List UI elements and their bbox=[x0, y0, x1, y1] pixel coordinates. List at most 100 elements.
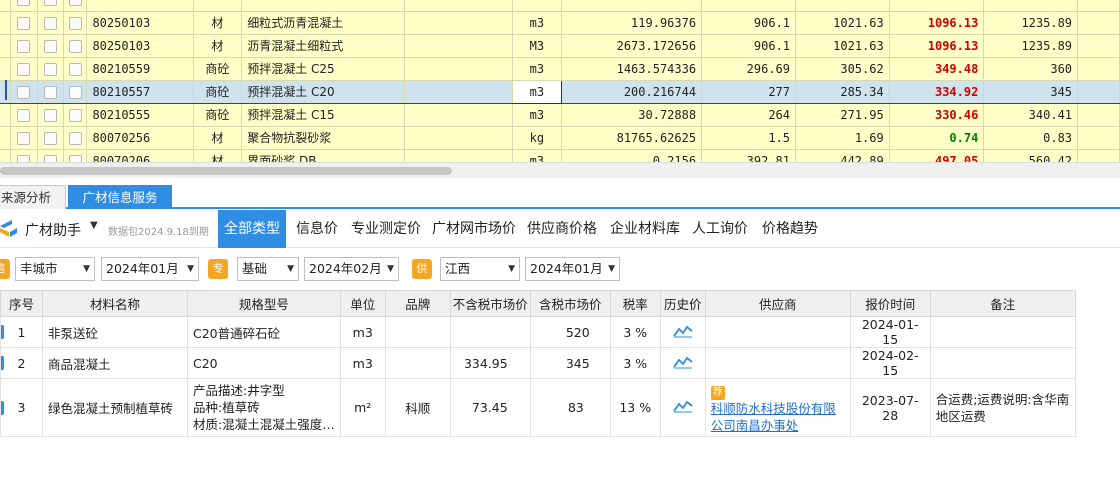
category-tab-info-price[interactable]: 信息价 bbox=[288, 210, 346, 248]
supplier-region-select[interactable]: 江西 ▼ bbox=[440, 257, 520, 281]
header-price-incl-tax[interactable]: 含税市场价 bbox=[529, 290, 611, 317]
horizontal-scrollbar[interactable] bbox=[0, 162, 1120, 178]
supplier-link[interactable]: 科顺防水科技股份有限公司南昌办事处 bbox=[711, 401, 836, 433]
header-seq[interactable]: 序号 bbox=[0, 290, 43, 317]
row-checkbox-3[interactable] bbox=[63, 149, 88, 162]
assistant-title[interactable]: 广材助手 bbox=[25, 220, 81, 240]
grid-row[interactable]: 80250103 材细粒式沥青混凝土 m3 119.96376 906.1 1021.63… bbox=[0, 11, 1120, 35]
row-header-cell bbox=[0, 34, 11, 58]
checkbox[interactable] bbox=[68, 85, 82, 99]
tab-source-analysis[interactable]: 来源分析 bbox=[0, 185, 66, 209]
grid-material-name: 预拌混凝土 C20 bbox=[241, 79, 405, 104]
checkbox[interactable] bbox=[17, 108, 31, 122]
checkbox[interactable] bbox=[68, 108, 82, 122]
category-tab-manual-inquiry[interactable]: 人工询价 bbox=[686, 210, 754, 248]
category-tab-market-price[interactable]: 广材网市场价 bbox=[427, 210, 521, 248]
checkbox[interactable] bbox=[17, 16, 31, 30]
checkbox[interactable] bbox=[44, 16, 58, 30]
row-checkbox-1[interactable] bbox=[10, 103, 38, 127]
header-spec[interactable]: 规格型号 bbox=[187, 290, 341, 317]
grid-unit: M3 bbox=[512, 34, 563, 58]
row-checkbox-2[interactable] bbox=[37, 34, 65, 58]
row-checkbox-2[interactable] bbox=[37, 57, 65, 81]
grid-price-1: 296.69 bbox=[701, 57, 797, 81]
grid-price-2: 271.95 bbox=[795, 103, 890, 127]
row-checkbox-1[interactable] bbox=[10, 34, 38, 58]
row-checkbox-3[interactable] bbox=[63, 34, 88, 58]
checkbox[interactable] bbox=[68, 39, 82, 53]
row-header-cell bbox=[0, 11, 11, 35]
header-remark[interactable]: 备注 bbox=[929, 290, 1076, 317]
professional-period-select[interactable]: 2024年02月 ▼ bbox=[304, 257, 399, 281]
checkbox[interactable] bbox=[44, 154, 58, 162]
header-tax-rate[interactable]: 税率 bbox=[609, 290, 661, 317]
row-checkbox-1[interactable] bbox=[10, 11, 38, 35]
checkbox[interactable] bbox=[68, 154, 82, 162]
header-price-excl-tax[interactable]: 不含税市场价 bbox=[449, 290, 531, 317]
checkbox[interactable] bbox=[44, 39, 58, 53]
category-tab-all[interactable]: 全部类型 bbox=[218, 210, 286, 248]
checkbox[interactable] bbox=[17, 131, 31, 145]
row-checkbox-2[interactable] bbox=[37, 149, 65, 162]
checkbox[interactable] bbox=[44, 131, 58, 145]
supplier-period-select[interactable]: 2024年01月 ▼ bbox=[525, 257, 620, 281]
grid-row[interactable]: 80210559 商砼 预拌混凝土 C25 m3 1463.574336 296.69 30… bbox=[0, 57, 1120, 81]
professional-type-select[interactable]: 基础 ▼ bbox=[237, 257, 299, 281]
grid-price-3: 497.05 bbox=[889, 149, 985, 162]
checkbox[interactable] bbox=[68, 131, 82, 145]
history-chart-icon[interactable] bbox=[659, 347, 706, 379]
checkbox[interactable] bbox=[17, 85, 31, 99]
row-checkbox-3[interactable] bbox=[63, 126, 88, 150]
row-checkbox-1[interactable] bbox=[10, 79, 38, 104]
category-tab-supplier-price[interactable]: 供应商价格 bbox=[521, 210, 603, 248]
row-checkbox-1[interactable] bbox=[10, 126, 38, 150]
row-checkbox-3[interactable] bbox=[63, 103, 88, 127]
grid-row[interactable]: 80210557 商砼 预拌混凝土 C20 m3 200.216744 277 285.34… bbox=[0, 79, 1120, 104]
checkbox[interactable] bbox=[17, 39, 31, 53]
grid-row[interactable]: 80070256 材聚合物抗裂砂浆 kg 81765.62625 1.5 1.69 0.74… bbox=[0, 126, 1120, 150]
row-spec: C20普通碎石砼 bbox=[187, 316, 341, 348]
header-brand[interactable]: 品牌 bbox=[384, 290, 451, 317]
row-checkbox-3[interactable] bbox=[63, 57, 88, 81]
checkbox[interactable] bbox=[44, 85, 58, 99]
history-chart-icon[interactable] bbox=[659, 378, 706, 437]
row-checkbox-3[interactable] bbox=[63, 79, 88, 104]
header-supplier[interactable]: 供应商 bbox=[704, 290, 851, 317]
info-period-select[interactable]: 2024年01月 ▼ bbox=[101, 257, 199, 281]
grid-row[interactable]: 80250103 材沥青混凝土细粒式 M3 2673.172656 906.1 1021.… bbox=[0, 34, 1120, 58]
table-row[interactable]: 2 商品混凝土 C20 m3 334.95 345 3 % 2024-02-15 bbox=[0, 347, 1076, 379]
header-history[interactable]: 历史价 bbox=[659, 290, 706, 317]
category-tab-price-trend[interactable]: 价格趋势 bbox=[755, 210, 825, 248]
scrollbar-thumb[interactable] bbox=[0, 167, 452, 175]
checkbox[interactable] bbox=[68, 62, 82, 76]
category-tab-professional-price[interactable]: 专业测定价 bbox=[346, 210, 426, 248]
checkbox[interactable] bbox=[17, 62, 31, 76]
checkbox[interactable] bbox=[68, 16, 82, 30]
tab-material-info-service[interactable]: 广材信息服务 bbox=[68, 185, 172, 209]
row-checkbox-3[interactable] bbox=[63, 11, 88, 35]
row-checkbox-1[interactable] bbox=[10, 57, 38, 81]
category-tab-enterprise-library[interactable]: 企业材料库 bbox=[604, 210, 686, 248]
checkbox[interactable] bbox=[17, 154, 31, 162]
grid-row[interactable]: 80210555 商砼 预拌混凝土 C15 m3 30.72888 264 271.95 33… bbox=[0, 103, 1120, 127]
row-checkbox-2[interactable] bbox=[37, 11, 65, 35]
info-region-select[interactable]: 丰城市 ▼ bbox=[15, 257, 95, 281]
row-checkbox-2[interactable] bbox=[37, 103, 65, 127]
checkbox[interactable] bbox=[44, 108, 58, 122]
grid-row[interactable]: 80070206 材界面砂浆 DB m3 0.2156 392.81 442.89 497.… bbox=[0, 149, 1120, 162]
history-chart-icon[interactable] bbox=[659, 316, 706, 348]
row-checkbox-2[interactable] bbox=[37, 79, 65, 104]
header-material-name[interactable]: 材料名称 bbox=[42, 290, 188, 317]
row-price-incl: 83 bbox=[529, 378, 611, 437]
header-quote-date[interactable]: 报价时间 bbox=[849, 290, 931, 317]
grid-price-2: 305.62 bbox=[795, 57, 890, 81]
header-unit[interactable]: 单位 bbox=[339, 290, 386, 317]
caret-down-icon[interactable]: ▼ bbox=[90, 220, 98, 231]
table-row[interactable]: 3 绿色混凝土预制植草砖 产品描述:井字型 品种:植草砖 材质:混凝土混凝土强度… bbox=[0, 378, 1076, 437]
row-checkbox-1[interactable] bbox=[10, 149, 38, 162]
row-checkbox-2[interactable] bbox=[37, 126, 65, 150]
row-seq: 3 bbox=[0, 378, 43, 437]
grid-row-partial[interactable] bbox=[0, 0, 1120, 12]
checkbox[interactable] bbox=[44, 62, 58, 76]
table-row[interactable]: 1 非泵送砼 C20普通碎石砼 m3 520 3 % 2024-01-15 bbox=[0, 316, 1076, 348]
